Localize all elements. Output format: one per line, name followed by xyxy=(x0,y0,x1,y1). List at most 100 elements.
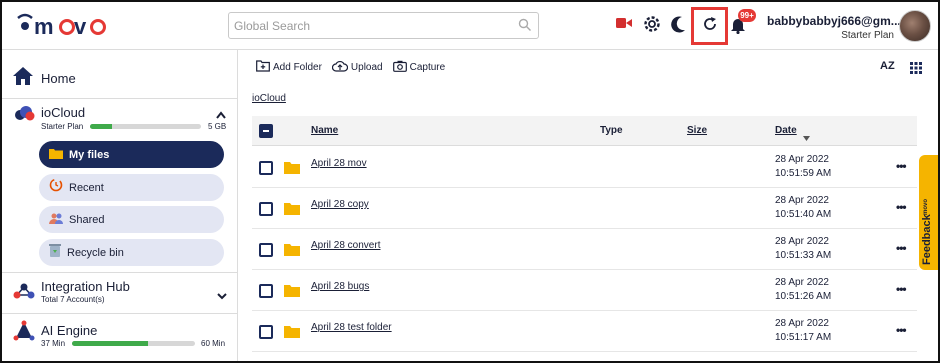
divider xyxy=(2,98,238,99)
file-name-link[interactable]: April 28 copy xyxy=(311,199,369,210)
ai-engine-used: 37 Min xyxy=(41,339,66,348)
chevron-down-icon[interactable] xyxy=(217,287,227,305)
camera-icon xyxy=(392,60,407,75)
integration-hub-title[interactable]: Integration Hub xyxy=(41,279,130,294)
iocloud-storage-bar xyxy=(90,124,201,129)
file-toolbar: Add Folder Upload Capture xyxy=(256,60,445,75)
folder-icon xyxy=(284,243,300,261)
iocloud-icon xyxy=(13,105,35,126)
file-date-time: 10:51:40 AM xyxy=(775,209,832,220)
folder-icon xyxy=(284,284,300,302)
iocloud-storage-fill xyxy=(90,124,113,129)
feedback-tab[interactable]: movo Feedback xyxy=(919,155,938,270)
breadcrumb-iocloud[interactable]: ioCloud xyxy=(252,93,286,104)
more-options-icon[interactable]: ••• xyxy=(896,323,907,337)
recycle-bin-icon xyxy=(49,243,61,262)
ai-engine-usage-fill xyxy=(72,341,148,346)
file-date: 28 Apr 2022 10:51:40 AM xyxy=(775,194,831,222)
file-date: 28 Apr 2022 10:51:17 AM xyxy=(775,317,831,345)
video-record-icon[interactable] xyxy=(616,16,632,30)
nav-label: Shared xyxy=(69,213,105,226)
global-search[interactable] xyxy=(228,12,539,39)
table-row[interactable]: April 28 bugs 28 Apr 2022 10:51:26 AM ••• xyxy=(252,270,917,311)
file-date-day: 28 Apr 2022 xyxy=(775,154,829,165)
nav-label: Recycle bin xyxy=(67,246,124,259)
refresh-icon xyxy=(702,16,718,37)
column-type[interactable]: Type xyxy=(600,125,623,136)
table-header: Name Type Size Date xyxy=(252,116,917,146)
table-row[interactable]: April 28 test folder 28 Apr 2022 10:51:17 … xyxy=(252,311,917,352)
movo-logo[interactable]: m v xyxy=(16,12,116,40)
column-size[interactable]: Size xyxy=(687,125,707,136)
add-folder-button[interactable]: Add Folder xyxy=(256,60,322,75)
more-options-icon[interactable]: ••• xyxy=(896,282,907,296)
sidebar: Home ioCloud Starter Plan 5 GB My files … xyxy=(2,50,238,361)
table-row[interactable]: April 28 convert 28 Apr 2022 10:51:33 AM ••… xyxy=(252,229,917,270)
user-avatar[interactable] xyxy=(899,10,931,42)
file-date-time: 10:51:59 AM xyxy=(775,168,832,179)
row-checkbox[interactable] xyxy=(259,161,273,175)
row-checkbox[interactable] xyxy=(259,284,273,298)
file-name-link[interactable]: April 28 test folder xyxy=(311,322,392,333)
file-date-time: 10:51:26 AM xyxy=(775,291,832,302)
grid-view-icon[interactable] xyxy=(910,61,922,79)
divider xyxy=(2,272,238,273)
sort-desc-caret-icon[interactable] xyxy=(803,128,810,146)
file-date-day: 28 Apr 2022 xyxy=(775,277,829,288)
refresh-button[interactable] xyxy=(691,7,728,45)
select-all-checkbox[interactable] xyxy=(259,124,273,138)
user-plan: Starter Plan xyxy=(841,30,894,41)
sort-az-button[interactable]: AZ xyxy=(880,60,895,72)
sidebar-item-recent[interactable]: Recent xyxy=(39,174,224,201)
upload-button[interactable]: Upload xyxy=(331,60,383,75)
sidebar-item-shared[interactable]: Shared xyxy=(39,206,224,233)
nav-label: My files xyxy=(69,148,110,161)
sidebar-item-home[interactable]: Home xyxy=(12,66,76,91)
notification-count-badge: 99+ xyxy=(738,9,756,22)
folder-icon xyxy=(49,146,63,164)
file-name-link[interactable]: April 28 mov xyxy=(311,158,367,169)
iocloud-quota: 5 GB xyxy=(208,122,227,131)
column-name[interactable]: Name xyxy=(311,125,338,136)
row-checkbox[interactable] xyxy=(259,243,273,257)
add-folder-icon xyxy=(256,60,270,75)
column-date[interactable]: Date xyxy=(775,125,797,136)
more-options-icon[interactable]: ••• xyxy=(896,241,907,255)
sidebar-item-recycle-bin[interactable]: Recycle bin xyxy=(39,239,224,266)
ai-engine-title[interactable]: AI Engine xyxy=(41,323,97,338)
ai-engine-icon xyxy=(13,320,35,347)
shared-users-icon xyxy=(49,211,63,229)
file-name-link[interactable]: April 28 bugs xyxy=(311,281,369,292)
iocloud-plan: Starter Plan xyxy=(41,122,84,131)
more-options-icon[interactable]: ••• xyxy=(896,159,907,173)
home-label: Home xyxy=(41,71,76,86)
feedback-label: Feedback xyxy=(921,214,933,265)
file-date-day: 28 Apr 2022 xyxy=(775,236,829,247)
app-window: m v 99+ ba xyxy=(0,0,940,363)
recent-clock-icon xyxy=(49,178,63,197)
dark-mode-moon-icon[interactable] xyxy=(671,15,687,33)
settings-gear-icon[interactable] xyxy=(643,15,661,33)
table-row[interactable]: April 28 mov 28 Apr 2022 10:51:59 AM ••• xyxy=(252,147,917,188)
feedback-brand: movo xyxy=(923,198,929,215)
user-email[interactable]: babbybabbyj666@gm... xyxy=(767,14,901,28)
row-checkbox[interactable] xyxy=(259,202,273,216)
file-name-link[interactable]: April 28 convert xyxy=(311,240,380,251)
integration-hub-icon xyxy=(12,281,36,306)
upload-label: Upload xyxy=(350,62,383,73)
search-icon[interactable] xyxy=(518,18,532,37)
search-input[interactable] xyxy=(229,13,509,38)
iocloud-title[interactable]: ioCloud xyxy=(41,105,85,120)
table-row[interactable]: April 28 copy 28 Apr 2022 10:51:40 AM ••• xyxy=(252,188,917,229)
row-checkbox[interactable] xyxy=(259,325,273,339)
integration-hub-accounts: Total 7 Account(s) xyxy=(41,295,105,304)
svg-text:v: v xyxy=(74,14,87,39)
capture-button[interactable]: Capture xyxy=(392,60,445,75)
ai-engine-usage-bar xyxy=(72,341,195,346)
more-options-icon[interactable]: ••• xyxy=(896,200,907,214)
sidebar-item-my-files[interactable]: My files xyxy=(39,141,224,168)
divider xyxy=(2,313,238,314)
add-folder-label: Add Folder xyxy=(273,62,322,73)
top-header: m v 99+ ba xyxy=(2,2,938,50)
file-date-day: 28 Apr 2022 xyxy=(775,195,829,206)
